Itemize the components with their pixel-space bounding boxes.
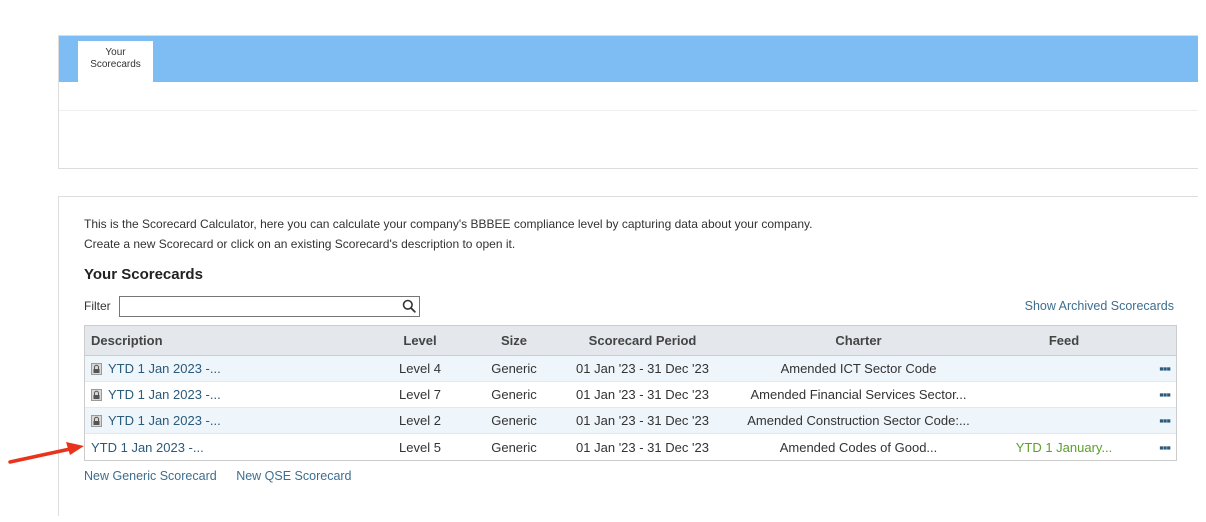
cell-size: Generic (491, 413, 537, 428)
show-archived-link[interactable]: Show Archived Scorecards (1025, 299, 1174, 313)
section-title: Your Scorecards (84, 266, 203, 283)
cell-charter: Amended Construction Sector Code:... (747, 413, 970, 428)
cell-size: Generic (491, 361, 537, 376)
table-header: Description Level Size Scorecard Period … (85, 326, 1176, 356)
more-actions-icon[interactable]: ▪▪▪ (1159, 413, 1171, 428)
cell-level: Level 4 (399, 361, 441, 376)
header-charter[interactable]: Charter (717, 333, 1000, 348)
header-description[interactable]: Description (85, 333, 380, 348)
header-period[interactable]: Scorecard Period (568, 333, 717, 348)
cell-charter: Amended ICT Sector Code (780, 361, 937, 376)
lock-icon (91, 414, 102, 427)
cell-description: YTD 1 Jan 2023 -... (85, 440, 380, 455)
table-row: YTD 1 Jan 2023 -... Level 2 Generic 01 J… (85, 408, 1176, 434)
more-actions-icon[interactable]: ▪▪▪ (1159, 440, 1171, 455)
header-feed[interactable]: Feed (1000, 333, 1128, 348)
row-actions: ▪▪▪ (1128, 440, 1176, 455)
new-generic-scorecard-link[interactable]: New Generic Scorecard (84, 469, 217, 483)
scorecard-description-link[interactable]: YTD 1 Jan 2023 -... (108, 387, 221, 402)
cell-period: 01 Jan '23 - 31 Dec '23 (576, 387, 709, 402)
header-level[interactable]: Level (380, 333, 460, 348)
cell-period: 01 Jan '23 - 31 Dec '23 (576, 361, 709, 376)
cell-level: Level 5 (399, 439, 441, 455)
cell-charter: Amended Financial Services Sector... (750, 387, 967, 402)
cell-charter: Amended Codes of Good... (779, 439, 938, 455)
more-actions-icon[interactable]: ▪▪▪ (1159, 361, 1171, 376)
feed-link[interactable]: YTD 1 January... (1016, 440, 1113, 455)
row-actions: ▪▪▪ (1128, 361, 1176, 376)
cell-description: YTD 1 Jan 2023 -... (85, 387, 380, 402)
main-card: This is the Scorecard Calculator, here y… (58, 196, 1198, 516)
cell-description: YTD 1 Jan 2023 -... (85, 361, 380, 376)
cell-level: Level 7 (399, 387, 441, 402)
scorecard-description-link[interactable]: YTD 1 Jan 2023 -... (108, 361, 221, 376)
scorecard-description-link[interactable]: YTD 1 Jan 2023 -... (91, 440, 204, 455)
cell-period: 01 Jan '23 - 31 Dec '23 (576, 439, 709, 455)
cell-size: Generic (491, 387, 537, 402)
table-row: YTD 1 Jan 2023 -... Level 4 Generic 01 J… (85, 356, 1176, 382)
new-qse-scorecard-link[interactable]: New QSE Scorecard (236, 469, 351, 483)
divider (59, 110, 1198, 111)
row-actions: ▪▪▪ (1128, 387, 1176, 402)
lock-icon (91, 362, 102, 375)
lock-icon (91, 388, 102, 401)
tab-label-line1: Your (105, 47, 126, 58)
filter-box (119, 296, 420, 317)
table-row: YTD 1 Jan 2023 -... Level 7 Generic 01 J… (85, 382, 1176, 408)
tab-your-scorecards[interactable]: Your Scorecards (78, 41, 153, 82)
header-size[interactable]: Size (460, 333, 568, 348)
cell-level: Level 2 (399, 413, 441, 428)
more-actions-icon[interactable]: ▪▪▪ (1159, 387, 1171, 402)
tab-bar: Your Scorecards (59, 36, 1198, 82)
cell-feed: YTD 1 January... (1000, 440, 1128, 455)
intro-line-1: This is the Scorecard Calculator, here y… (84, 217, 813, 231)
cell-period: 01 Jan '23 - 31 Dec '23 (576, 413, 709, 428)
top-card: Your Scorecards (58, 35, 1198, 169)
filter-input[interactable] (120, 297, 390, 316)
intro-line-2: Create a new Scorecard or click on an ex… (84, 237, 516, 251)
annotation-arrow-icon (8, 442, 84, 464)
row-actions: ▪▪▪ (1128, 413, 1176, 428)
table-row: YTD 1 Jan 2023 -... Level 5 Generic 01 J… (85, 434, 1176, 460)
search-icon[interactable] (402, 299, 416, 313)
filter-label: Filter (84, 299, 111, 313)
tab-label-line2: Scorecards (90, 59, 141, 70)
intro-text: This is the Scorecard Calculator, here y… (84, 214, 812, 254)
cell-size: Generic (491, 439, 537, 455)
footer-links: New Generic Scorecard New QSE Scorecard (84, 469, 368, 483)
scorecards-table: Description Level Size Scorecard Period … (84, 325, 1177, 461)
cell-description: YTD 1 Jan 2023 -... (85, 413, 380, 428)
scorecard-description-link[interactable]: YTD 1 Jan 2023 -... (108, 413, 221, 428)
